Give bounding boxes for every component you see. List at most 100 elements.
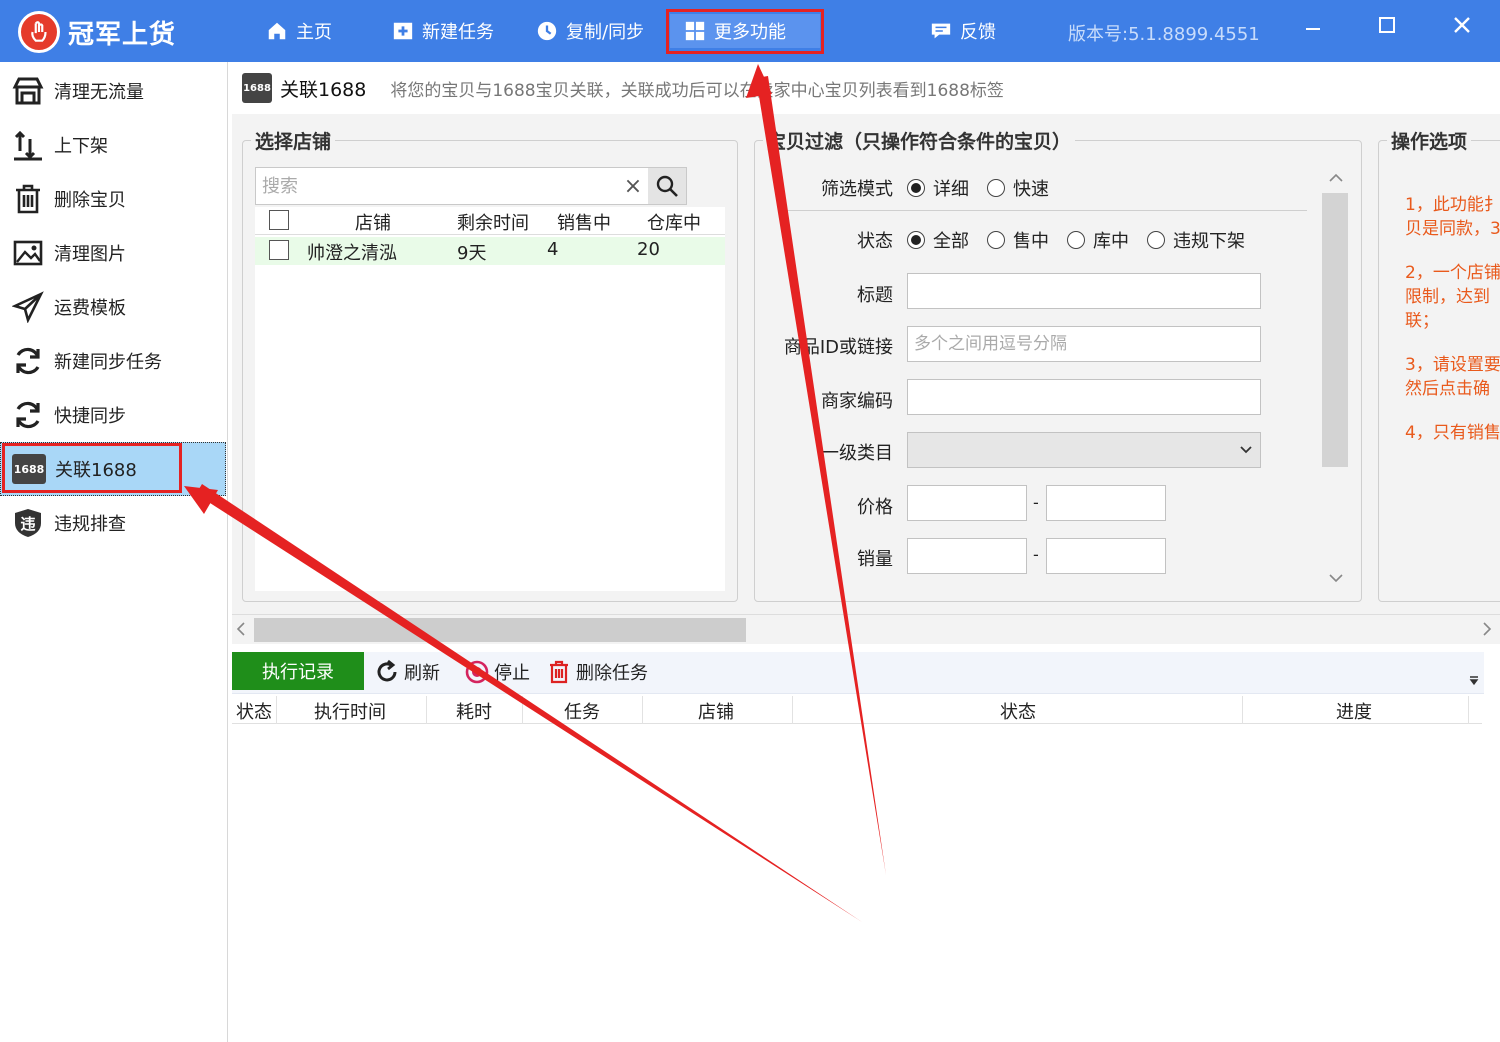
sidebar-item-new-sync-task[interactable]: 新建同步任务 (0, 334, 226, 388)
sidebar-item-quick-sync[interactable]: 快捷同步 (0, 388, 226, 442)
table-row[interactable]: 帅澄之清泓 9天 4 20 (255, 237, 725, 265)
sales-max-input[interactable] (1046, 538, 1166, 574)
clear-icon[interactable]: × (618, 174, 648, 199)
maximize-button[interactable] (1372, 10, 1402, 40)
col-status: 状态 (236, 702, 272, 723)
nav-new-task-label: 新建任务 (422, 22, 494, 43)
refresh-label: 刷新 (404, 663, 440, 684)
shop-search: × (255, 167, 687, 205)
scroll-down-icon[interactable] (1329, 573, 1343, 583)
category-select[interactable] (907, 432, 1261, 468)
price-max-input[interactable] (1046, 485, 1166, 521)
title-input[interactable] (907, 273, 1261, 309)
sidebar-item-label: 新建同步任务 (54, 352, 162, 373)
toolbar-overflow-icon[interactable] (1469, 676, 1479, 686)
shop-table: 店铺 剩余时间 销售中 仓库中 帅澄之清泓 9天 4 20 (255, 207, 725, 591)
nav-copy-sync[interactable]: 复制/同步 (536, 14, 644, 48)
title-bar: 冠军上货 主页 新建任务 复制/同步 更多功能 反馈 版本号:5.1.8899.… (0, 0, 1500, 62)
row-on-sale: 4 (547, 239, 559, 260)
plus-doc-icon (393, 22, 413, 40)
status-violation-radio[interactable]: 违规下架 (1147, 227, 1245, 253)
sidebar-item-link-1688[interactable]: 1688 关联1688 (0, 442, 226, 496)
col-divider (426, 696, 427, 724)
row-shop: 帅澄之清泓 (307, 243, 397, 264)
radio-dot (987, 179, 1005, 197)
price-label: 价格 (857, 497, 893, 518)
sidebar-item-clean-images[interactable]: 清理图片 (0, 226, 226, 280)
sales-min-input[interactable] (907, 538, 1027, 574)
sidebar-item-label: 运费模板 (54, 298, 126, 319)
scroll-left-icon[interactable] (236, 622, 246, 636)
col-duration: 耗时 (456, 702, 492, 723)
sidebar-item-clean-no-traffic[interactable]: 清理无流量 (0, 64, 226, 118)
nav-more-features[interactable]: 更多功能 (670, 14, 820, 48)
ops-panel-title: 操作选项 (1387, 127, 1472, 154)
shop-search-input[interactable] (256, 168, 618, 204)
mode-detail-radio[interactable]: 详细 (907, 175, 969, 201)
search-button[interactable] (648, 168, 686, 204)
mode-radio-group: 详细 快速 (907, 175, 1067, 201)
radio-dot (907, 231, 925, 249)
col-task-status: 状态 (1000, 702, 1036, 723)
stop-button[interactable]: 停止 (464, 656, 530, 688)
price-range-sep: - (1033, 493, 1039, 512)
nav-home[interactable]: 主页 (266, 14, 332, 48)
trash-icon (550, 660, 568, 684)
minimize-icon (1306, 28, 1320, 30)
hscroll-thumb[interactable] (254, 618, 746, 642)
shop-panel: 选择店铺 × 店铺 剩余时间 销售中 仓库中 帅澄之清泓 9天 4 20 (242, 127, 738, 602)
status-all-radio[interactable]: 全部 (907, 227, 969, 253)
category-label: 一级类目 (821, 443, 893, 464)
col-in-stock: 仓库中 (647, 213, 701, 234)
delete-task-button[interactable]: 删除任务 (546, 656, 648, 688)
shield-icon: 违 (10, 505, 46, 541)
merchant-code-input[interactable] (907, 379, 1261, 415)
sidebar-item-delete[interactable]: 删除宝贝 (0, 172, 226, 226)
scroll-up-icon[interactable] (1329, 173, 1343, 183)
sidebar-item-shelf[interactable]: 上下架 (0, 118, 226, 172)
sync-icon (10, 397, 46, 433)
radio-dot (987, 231, 1005, 249)
ops-note-4a: 4，只有销售 (1405, 423, 1500, 443)
refresh-icon (377, 659, 397, 682)
minimize-button[interactable] (1298, 10, 1328, 40)
sidebar-item-violation-check[interactable]: 违 违规排查 (0, 496, 226, 550)
select-all-checkbox[interactable] (269, 210, 289, 230)
nav-feedback-label: 反馈 (960, 22, 996, 43)
col-shop: 店铺 (355, 213, 391, 234)
scroll-right-icon[interactable] (1482, 622, 1492, 636)
mode-quick-radio[interactable]: 快速 (987, 175, 1049, 201)
nav-more-features-label: 更多功能 (714, 22, 786, 43)
shop-table-header: 店铺 剩余时间 销售中 仓库中 (255, 207, 725, 235)
id-input[interactable]: 多个之间用逗号分隔 (907, 326, 1261, 362)
version-text: 版本号:5.1.8899.4551 (1068, 24, 1260, 45)
close-button[interactable] (1447, 10, 1477, 40)
refresh-button[interactable]: 刷新 (374, 656, 440, 688)
col-on-sale: 销售中 (557, 213, 611, 234)
shield-glyph: 违 (20, 514, 36, 533)
divider (785, 210, 1307, 211)
sales-label: 销量 (857, 549, 893, 570)
price-min-input[interactable] (907, 485, 1027, 521)
home-icon (268, 22, 286, 40)
execution-log-button[interactable]: 执行记录 (232, 652, 364, 690)
mode-label: 筛选模式 (821, 179, 893, 200)
status-selling-radio[interactable]: 售中 (987, 227, 1049, 253)
id-label: 商品ID或链接 (783, 337, 893, 358)
filter-panel-title: 宝贝过滤（只操作符合条件的宝贝） (763, 127, 1076, 154)
sales-range-sep: - (1033, 545, 1039, 564)
chevron-down-icon (1240, 446, 1252, 454)
radio-dot (907, 179, 925, 197)
ops-note-2b: 限制，达到 (1405, 287, 1490, 307)
filter-scrollbar[interactable] (1322, 193, 1348, 467)
nav-feedback[interactable]: 反馈 (930, 14, 996, 48)
stop-label: 停止 (494, 663, 530, 684)
header-1688-badge: 1688 (242, 73, 272, 103)
row-checkbox[interactable] (269, 240, 289, 260)
page-description: 将您的宝贝与1688宝贝关联，关联成功后可以在卖家中心宝贝列表看到1688标签 (390, 80, 1004, 101)
sidebar-item-shipping-template[interactable]: 运费模板 (0, 280, 226, 334)
sidebar-item-label: 删除宝贝 (54, 190, 126, 211)
status-stock-radio[interactable]: 库中 (1067, 227, 1129, 253)
status-violation-label: 违规下架 (1173, 231, 1245, 252)
nav-new-task[interactable]: 新建任务 (392, 14, 494, 48)
